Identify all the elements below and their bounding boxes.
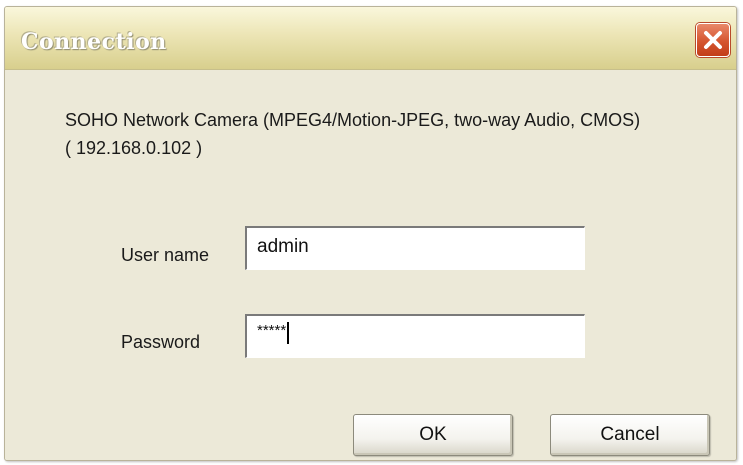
close-button[interactable] [696, 23, 730, 57]
connection-dialog: Connection SOHO Network Camera (MPEG4/Mo… [4, 6, 737, 461]
text-caret [287, 322, 290, 344]
cancel-button[interactable]: Cancel [550, 414, 710, 456]
password-label: Password [121, 332, 201, 352]
username-label: User name [121, 245, 210, 265]
password-mask: ***** [257, 322, 287, 339]
device-info-text: SOHO Network Camera (MPEG4/Motion-JPEG, … [65, 110, 641, 158]
dialog-title: Connection [21, 29, 167, 55]
title-bar[interactable]: Connection [5, 7, 736, 70]
dialog-body: SOHO Network Camera (MPEG4/Motion-JPEG, … [5, 70, 736, 460]
close-icon [704, 31, 722, 49]
password-field[interactable]: ***** [245, 314, 585, 358]
username-field[interactable]: admin [245, 226, 585, 270]
ok-button[interactable]: OK [353, 414, 513, 456]
username-value: admin [257, 236, 309, 257]
